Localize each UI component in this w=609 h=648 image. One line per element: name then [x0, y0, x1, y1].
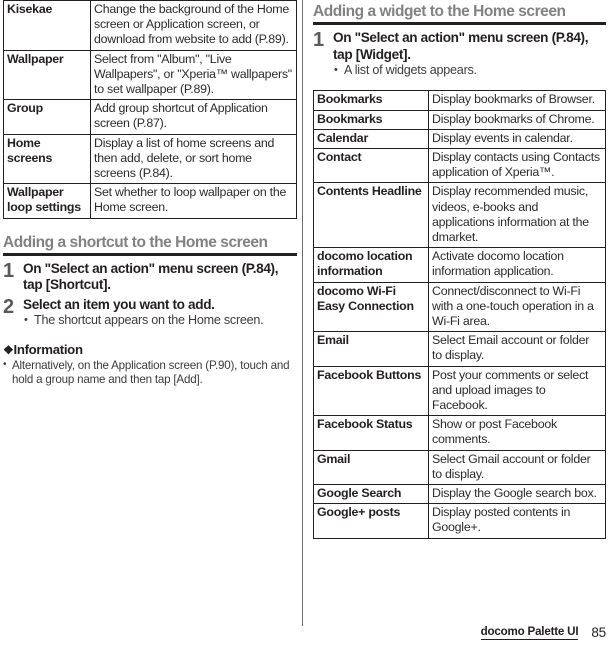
widget-description: Activate docomo location information app…	[428, 247, 606, 283]
step-number: 1	[313, 29, 324, 51]
setting-description: Select from "Album", "Live Wallpapers", …	[90, 49, 297, 101]
section-title: Adding a shortcut to the Home screen	[3, 233, 268, 251]
table-row: docomo Wi-Fi Easy Connection Connect/dis…	[313, 281, 606, 333]
widget-name: Contents Headline	[313, 182, 429, 249]
step-instruction: On "Select an action" menu screen (P.84)…	[23, 260, 279, 293]
widget-list-table: Bookmarks Display bookmarks of Browser. …	[313, 90, 606, 539]
step-notes: The shortcut appears on the Home screen.	[23, 313, 297, 329]
widget-name: Facebook Buttons	[313, 365, 429, 417]
list-item: The shortcut appears on the Home screen.	[23, 313, 297, 329]
setting-description: Add group shortcut of Application screen…	[90, 99, 297, 135]
right-column: Adding a widget to the Home screen 1 On …	[313, 0, 606, 539]
section-shortcut: Adding a shortcut to the Home screen	[3, 231, 297, 256]
step-number: 2	[3, 295, 14, 318]
table-row: Google Search Display the Google search …	[313, 484, 606, 505]
widget-name: docomo location information	[313, 247, 429, 283]
setting-description: Set whether to loop wallpaper on the Hom…	[90, 183, 297, 219]
column-divider	[302, 0, 303, 626]
table-row: Calendar Display events in calendar.	[313, 128, 606, 150]
information-label: Information	[13, 341, 83, 357]
table-row: Bookmarks Display bookmarks of Chrome.	[313, 109, 606, 130]
widget-description: Select Gmail account or folder to displa…	[428, 449, 606, 486]
setting-description: Display a list of home screens and then …	[90, 133, 297, 185]
table-row: Contents Headline Display recommended mu…	[313, 182, 606, 249]
left-column: Kisekae Change the background of the Hom…	[3, 0, 297, 387]
step-instruction: Select an item you want to add.	[23, 296, 215, 312]
list-item: A list of widgets appears.	[333, 62, 606, 78]
widget-name: Calendar	[313, 128, 429, 150]
table-row: Bookmarks Display bookmarks of Browser.	[313, 90, 606, 111]
table-row: Home screens Display a list of home scre…	[3, 133, 297, 185]
setting-name: Kisekae	[3, 0, 91, 51]
step-notes: A list of widgets appears.	[333, 62, 606, 78]
widget-name: Bookmarks	[313, 90, 429, 111]
widget-name: Facebook Status	[313, 415, 429, 451]
table-row: Facebook Status Show or post Facebook co…	[313, 415, 606, 451]
step-1: 1 On "Select an action" menu screen (P.8…	[3, 261, 297, 294]
widget-description: Show or post Facebook comments.	[428, 415, 606, 451]
page-number: 85	[591, 625, 606, 640]
step-number: 1	[3, 259, 14, 282]
widget-description: Display events in calendar.	[428, 128, 606, 150]
table-row: docomo location information Activate doc…	[313, 247, 606, 283]
widget-name: Bookmarks	[313, 109, 429, 130]
table-row: Kisekae Change the background of the Hom…	[3, 0, 297, 51]
diamond-icon: ❖	[3, 342, 14, 357]
widget-name: Email	[313, 331, 429, 367]
information-title: ❖ Information	[3, 342, 297, 358]
heading-rule	[313, 22, 606, 25]
section-widget: Adding a widget to the Home screen	[313, 0, 606, 25]
table-row: Facebook Buttons Post your comments or s…	[313, 365, 606, 417]
step-instruction: On "Select an action" menu screen (P.84)…	[333, 30, 589, 62]
heading-rule	[3, 252, 297, 256]
table-row: Email Select Email account or folder to …	[313, 331, 606, 367]
step-2: 2 Select an item you want to add. The sh…	[3, 297, 297, 329]
widget-description: Display bookmarks of Browser.	[428, 90, 606, 111]
footer-section-label: docomo Palette UI	[480, 625, 579, 640]
information-block: ❖ Information Alternatively, on the Appl…	[3, 342, 297, 388]
setting-name: Home screens	[3, 133, 91, 185]
widget-description: Display bookmarks of Chrome.	[428, 109, 606, 130]
table-row: Wallpaper loop settings Set whether to l…	[3, 183, 297, 219]
widget-description: Connect/disconnect to Wi-Fi with a one-t…	[428, 281, 606, 333]
home-screen-settings-table: Kisekae Change the background of the Hom…	[3, 0, 297, 219]
list-item: Alternatively, on the Application screen…	[3, 358, 297, 388]
table-row: Contact Display contacts using Contacts …	[313, 148, 606, 184]
table-row: Google+ posts Display posted contents in…	[313, 503, 606, 539]
widget-description: Display contacts using Contacts applicat…	[428, 148, 606, 184]
widget-description: Select Email account or folder to displa…	[428, 331, 606, 367]
setting-name: Wallpaper	[3, 49, 91, 101]
widget-name: docomo Wi-Fi Easy Connection	[313, 281, 429, 333]
widget-name: Google Search	[313, 484, 429, 505]
setting-name: Wallpaper loop settings	[3, 183, 91, 219]
information-list: Alternatively, on the Application screen…	[3, 358, 297, 388]
setting-description: Change the background of the Home screen…	[90, 0, 297, 51]
table-row: Group Add group shortcut of Application …	[3, 99, 297, 135]
table-row: Wallpaper Select from "Album", "Live Wal…	[3, 49, 297, 101]
widget-description: Display recommended music, videos, e-boo…	[428, 182, 606, 249]
table-row: Gmail Select Gmail account or folder to …	[313, 449, 606, 486]
widget-description: Display the Google search box.	[428, 484, 606, 505]
widget-description: Post your comments or select and upload …	[428, 365, 606, 417]
widget-name: Gmail	[313, 449, 429, 486]
section-title: Adding a widget to the Home screen	[313, 3, 566, 20]
manual-page: Kisekae Change the background of the Hom…	[0, 0, 609, 648]
setting-name: Group	[3, 99, 91, 135]
widget-name: Contact	[313, 148, 429, 184]
widget-description: Display posted contents in Google+.	[428, 503, 606, 539]
page-footer: docomo Palette UI 85	[0, 625, 606, 640]
step-1: 1 On "Select an action" menu screen (P.8…	[313, 30, 606, 78]
widget-name: Google+ posts	[313, 503, 429, 539]
